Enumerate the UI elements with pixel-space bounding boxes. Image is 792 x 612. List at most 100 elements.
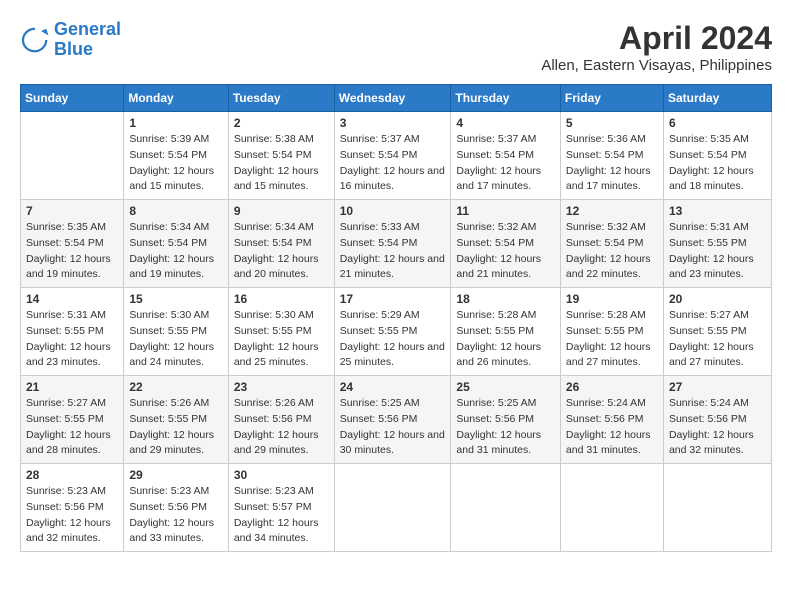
sunrise-text: Sunrise: 5:30 AM bbox=[234, 309, 314, 321]
sunrise-text: Sunrise: 5:24 AM bbox=[566, 397, 646, 409]
day-cell: 7 Sunrise: 5:35 AM Sunset: 5:54 PM Dayli… bbox=[21, 200, 124, 288]
sunrise-text: Sunrise: 5:24 AM bbox=[669, 397, 749, 409]
day-cell: 6 Sunrise: 5:35 AM Sunset: 5:54 PM Dayli… bbox=[663, 112, 771, 200]
sunset-text: Sunset: 5:55 PM bbox=[129, 325, 207, 337]
daylight-text: Daylight: 12 hours and 17 minutes. bbox=[566, 165, 651, 193]
day-number: 21 bbox=[26, 380, 118, 394]
day-cell: 5 Sunrise: 5:36 AM Sunset: 5:54 PM Dayli… bbox=[560, 112, 663, 200]
day-number: 6 bbox=[669, 116, 766, 130]
sunrise-text: Sunrise: 5:35 AM bbox=[669, 133, 749, 145]
day-number: 11 bbox=[456, 204, 555, 218]
day-cell: 4 Sunrise: 5:37 AM Sunset: 5:54 PM Dayli… bbox=[451, 112, 561, 200]
day-number: 14 bbox=[26, 292, 118, 306]
day-number: 16 bbox=[234, 292, 329, 306]
day-number: 20 bbox=[669, 292, 766, 306]
sunrise-text: Sunrise: 5:39 AM bbox=[129, 133, 209, 145]
day-number: 8 bbox=[129, 204, 222, 218]
daylight-text: Daylight: 12 hours and 21 minutes. bbox=[456, 253, 541, 281]
sunrise-text: Sunrise: 5:29 AM bbox=[340, 309, 420, 321]
daylight-text: Daylight: 12 hours and 15 minutes. bbox=[234, 165, 319, 193]
day-cell bbox=[334, 464, 451, 552]
day-cell bbox=[451, 464, 561, 552]
daylight-text: Daylight: 12 hours and 32 minutes. bbox=[669, 429, 754, 457]
sunrise-text: Sunrise: 5:25 AM bbox=[340, 397, 420, 409]
sunset-text: Sunset: 5:55 PM bbox=[566, 325, 644, 337]
page-header: General Blue April 2024 Allen, Eastern V… bbox=[20, 20, 772, 74]
day-info: Sunrise: 5:28 AM Sunset: 5:55 PM Dayligh… bbox=[566, 308, 658, 371]
day-cell: 14 Sunrise: 5:31 AM Sunset: 5:55 PM Dayl… bbox=[21, 288, 124, 376]
daylight-text: Daylight: 12 hours and 26 minutes. bbox=[456, 341, 541, 369]
day-cell: 10 Sunrise: 5:33 AM Sunset: 5:54 PM Dayl… bbox=[334, 200, 451, 288]
daylight-text: Daylight: 12 hours and 15 minutes. bbox=[129, 165, 214, 193]
sunrise-text: Sunrise: 5:31 AM bbox=[26, 309, 106, 321]
week-row-1: 1 Sunrise: 5:39 AM Sunset: 5:54 PM Dayli… bbox=[21, 112, 772, 200]
day-cell bbox=[663, 464, 771, 552]
day-info: Sunrise: 5:23 AM Sunset: 5:56 PM Dayligh… bbox=[26, 484, 118, 547]
daylight-text: Daylight: 12 hours and 17 minutes. bbox=[456, 165, 541, 193]
day-info: Sunrise: 5:30 AM Sunset: 5:55 PM Dayligh… bbox=[129, 308, 222, 371]
daylight-text: Daylight: 12 hours and 31 minutes. bbox=[456, 429, 541, 457]
header-cell-tuesday: Tuesday bbox=[228, 85, 334, 112]
week-row-5: 28 Sunrise: 5:23 AM Sunset: 5:56 PM Dayl… bbox=[21, 464, 772, 552]
daylight-text: Daylight: 12 hours and 20 minutes. bbox=[234, 253, 319, 281]
day-info: Sunrise: 5:34 AM Sunset: 5:54 PM Dayligh… bbox=[129, 220, 222, 283]
header-cell-thursday: Thursday bbox=[451, 85, 561, 112]
daylight-text: Daylight: 12 hours and 22 minutes. bbox=[566, 253, 651, 281]
day-number: 28 bbox=[26, 468, 118, 482]
day-number: 7 bbox=[26, 204, 118, 218]
header-cell-friday: Friday bbox=[560, 85, 663, 112]
day-number: 5 bbox=[566, 116, 658, 130]
day-info: Sunrise: 5:29 AM Sunset: 5:55 PM Dayligh… bbox=[340, 308, 446, 371]
daylight-text: Daylight: 12 hours and 33 minutes. bbox=[129, 517, 214, 545]
day-info: Sunrise: 5:31 AM Sunset: 5:55 PM Dayligh… bbox=[26, 308, 118, 371]
sunset-text: Sunset: 5:55 PM bbox=[669, 237, 747, 249]
sunset-text: Sunset: 5:54 PM bbox=[456, 149, 534, 161]
sunrise-text: Sunrise: 5:25 AM bbox=[456, 397, 536, 409]
week-row-4: 21 Sunrise: 5:27 AM Sunset: 5:55 PM Dayl… bbox=[21, 376, 772, 464]
calendar-subtitle: Allen, Eastern Visayas, Philippines bbox=[541, 57, 772, 74]
sunrise-text: Sunrise: 5:32 AM bbox=[456, 221, 536, 233]
daylight-text: Daylight: 12 hours and 19 minutes. bbox=[129, 253, 214, 281]
day-info: Sunrise: 5:33 AM Sunset: 5:54 PM Dayligh… bbox=[340, 220, 446, 283]
day-number: 26 bbox=[566, 380, 658, 394]
day-info: Sunrise: 5:28 AM Sunset: 5:55 PM Dayligh… bbox=[456, 308, 555, 371]
sunset-text: Sunset: 5:57 PM bbox=[234, 501, 312, 513]
sunset-text: Sunset: 5:55 PM bbox=[234, 325, 312, 337]
daylight-text: Daylight: 12 hours and 21 minutes. bbox=[340, 253, 445, 281]
daylight-text: Daylight: 12 hours and 34 minutes. bbox=[234, 517, 319, 545]
sunrise-text: Sunrise: 5:30 AM bbox=[129, 309, 209, 321]
day-number: 24 bbox=[340, 380, 446, 394]
day-number: 13 bbox=[669, 204, 766, 218]
day-info: Sunrise: 5:31 AM Sunset: 5:55 PM Dayligh… bbox=[669, 220, 766, 283]
sunrise-text: Sunrise: 5:26 AM bbox=[234, 397, 314, 409]
calendar-header: SundayMondayTuesdayWednesdayThursdayFrid… bbox=[21, 85, 772, 112]
sunset-text: Sunset: 5:54 PM bbox=[234, 149, 312, 161]
day-number: 3 bbox=[340, 116, 446, 130]
day-cell: 21 Sunrise: 5:27 AM Sunset: 5:55 PM Dayl… bbox=[21, 376, 124, 464]
day-info: Sunrise: 5:35 AM Sunset: 5:54 PM Dayligh… bbox=[26, 220, 118, 283]
sunrise-text: Sunrise: 5:37 AM bbox=[456, 133, 536, 145]
day-number: 15 bbox=[129, 292, 222, 306]
sunset-text: Sunset: 5:55 PM bbox=[456, 325, 534, 337]
sunset-text: Sunset: 5:55 PM bbox=[340, 325, 418, 337]
sunrise-text: Sunrise: 5:23 AM bbox=[26, 485, 106, 497]
day-number: 23 bbox=[234, 380, 329, 394]
calendar-title: April 2024 bbox=[541, 20, 772, 57]
day-cell: 13 Sunrise: 5:31 AM Sunset: 5:55 PM Dayl… bbox=[663, 200, 771, 288]
day-cell: 30 Sunrise: 5:23 AM Sunset: 5:57 PM Dayl… bbox=[228, 464, 334, 552]
sunset-text: Sunset: 5:55 PM bbox=[669, 325, 747, 337]
daylight-text: Daylight: 12 hours and 16 minutes. bbox=[340, 165, 445, 193]
day-info: Sunrise: 5:25 AM Sunset: 5:56 PM Dayligh… bbox=[456, 396, 555, 459]
sunset-text: Sunset: 5:56 PM bbox=[566, 413, 644, 425]
daylight-text: Daylight: 12 hours and 32 minutes. bbox=[26, 517, 111, 545]
daylight-text: Daylight: 12 hours and 25 minutes. bbox=[340, 341, 445, 369]
daylight-text: Daylight: 12 hours and 19 minutes. bbox=[26, 253, 111, 281]
sunset-text: Sunset: 5:54 PM bbox=[669, 149, 747, 161]
day-number: 2 bbox=[234, 116, 329, 130]
header-cell-saturday: Saturday bbox=[663, 85, 771, 112]
header-cell-monday: Monday bbox=[124, 85, 228, 112]
daylight-text: Daylight: 12 hours and 24 minutes. bbox=[129, 341, 214, 369]
sunrise-text: Sunrise: 5:38 AM bbox=[234, 133, 314, 145]
daylight-text: Daylight: 12 hours and 23 minutes. bbox=[669, 253, 754, 281]
day-number: 27 bbox=[669, 380, 766, 394]
